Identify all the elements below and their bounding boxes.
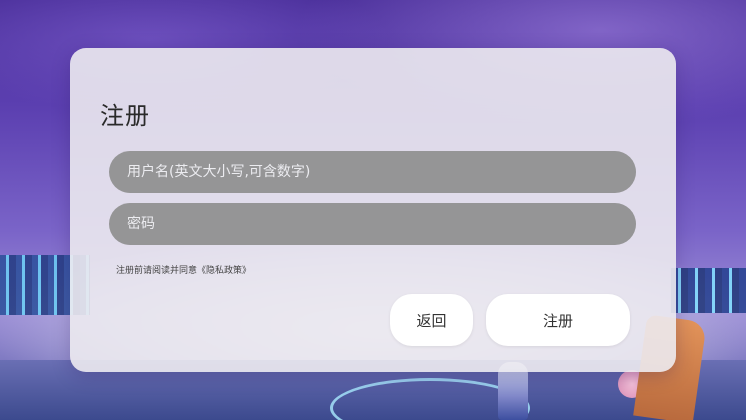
privacy-agreement-link[interactable]: 注册前请阅读并同意《隐私政策》: [116, 263, 251, 276]
password-input[interactable]: [109, 203, 636, 245]
username-input[interactable]: [109, 151, 636, 193]
back-button[interactable]: 返回: [390, 294, 473, 346]
dialog-title: 注册: [100, 102, 150, 130]
register-dialog: 注册 注册前请阅读并同意《隐私政策》 返回 注册: [70, 48, 676, 372]
register-button[interactable]: 注册: [486, 294, 630, 346]
background-city-right: [671, 268, 746, 313]
